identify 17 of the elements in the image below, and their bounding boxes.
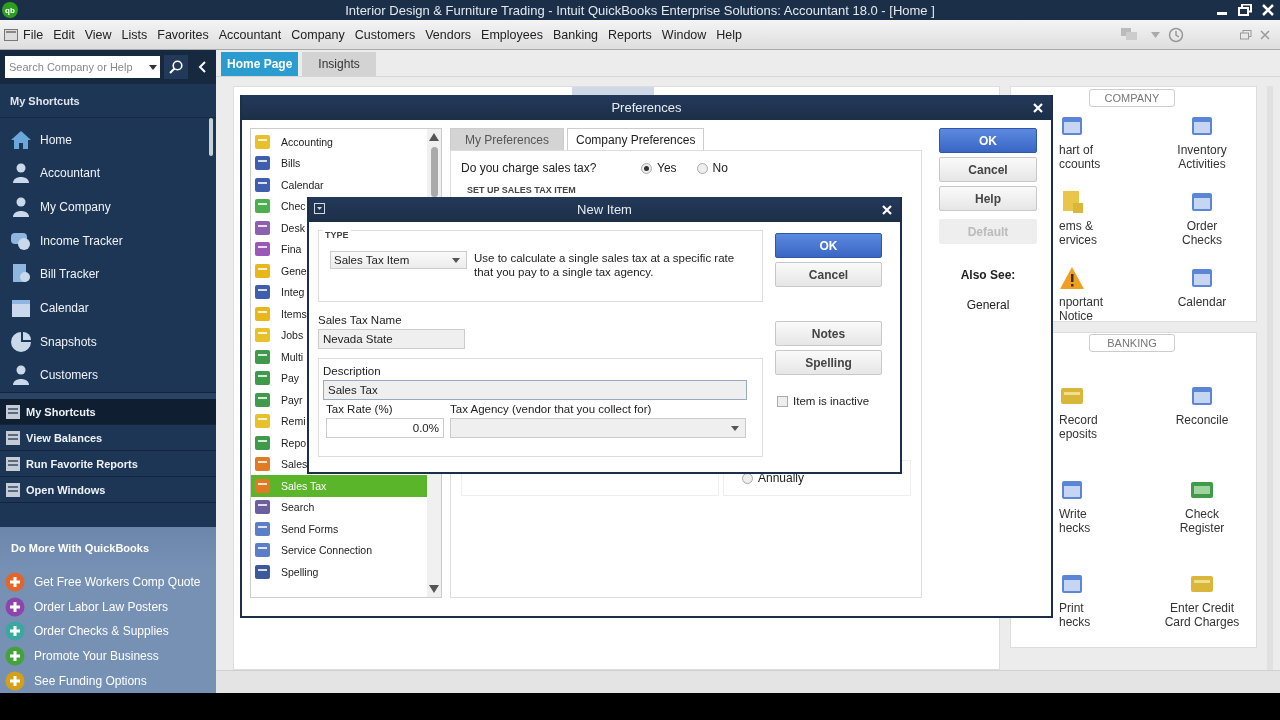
section-label: BANKING — [1089, 334, 1175, 352]
also-see-label: Also See: — [959, 268, 1017, 282]
field-label: Tax Rate (%) — [326, 403, 394, 415]
app-logo: qb — [2, 2, 18, 18]
field-label: Description — [323, 365, 382, 377]
section-title: My Shortcuts — [10, 94, 80, 107]
field-label: Tax Agency (vendor that you collect for) — [450, 403, 653, 415]
question-label: Do you charge sales tax? — [461, 161, 598, 175]
field-label: Sales Tax Name — [318, 314, 403, 326]
section-title: Do More With QuickBooks — [11, 542, 150, 555]
dialog-title: New Item — [577, 202, 632, 217]
window-title: Interior Design & Furniture Trading - Intuit QuickBooks Enterprise Solutions: Accountant 18.0 - [Home ] — [345, 2, 935, 18]
group-title: SET UP SALES TAX ITEM — [466, 185, 577, 195]
dialog-title: Preferences — [611, 100, 682, 115]
type-description: Use to calculate a single sales tax at a specific rate that you pay to a single tax agency. — [474, 251, 736, 279]
section-label: COMPANY — [1089, 89, 1175, 107]
group-title: TYPE — [323, 230, 351, 240]
